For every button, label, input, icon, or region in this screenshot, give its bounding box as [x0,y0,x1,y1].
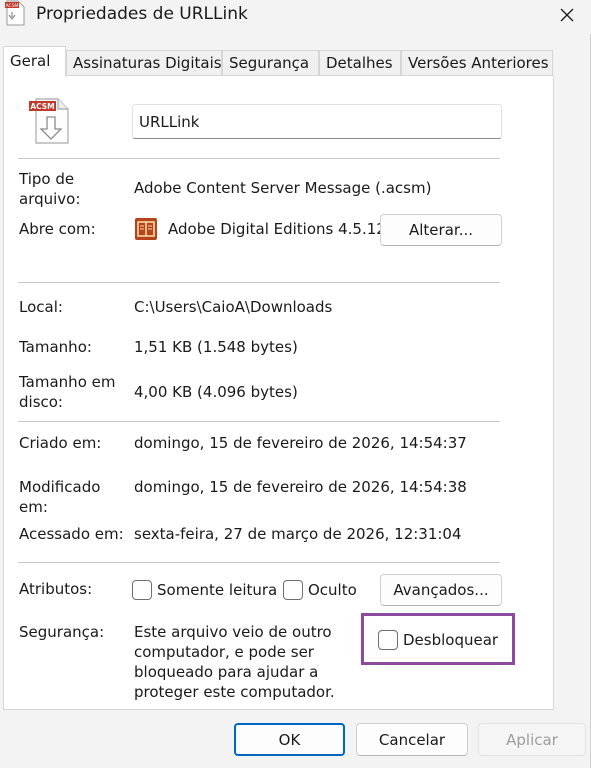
modified-value: domingo, 15 de fevereiro de 2026, 14:54:… [134,478,467,496]
security-label: Segurança: [19,623,105,641]
file-icon-badge: ACSM [30,102,54,111]
unblock-checkbox-box[interactable] [378,630,398,650]
tab-versoes-anteriores[interactable]: Versões Anteriores [401,50,553,76]
separator [18,421,500,422]
opens-with-value: Adobe Digital Editions 4.5.12 [168,220,386,238]
unblock-checkbox-label: Desbloquear [403,631,499,649]
size-on-disk-label: Tamanho em disco: [19,373,116,411]
readonly-checkbox-label: Somente leitura [157,581,278,599]
tab-assinaturas-digitais[interactable]: Assinaturas Digitais [66,50,222,76]
hidden-checkbox-label: Oculto [308,581,357,599]
unblock-checkbox[interactable]: Desbloquear [378,630,498,650]
location-label: Local: [19,298,63,316]
file-type-value: Adobe Content Server Message (.acsm) [134,179,432,197]
file-name-input[interactable] [132,104,502,139]
attributes-label: Atributos: [19,580,93,598]
change-button[interactable]: Alterar... [380,214,502,246]
location-value: C:\Users\CaioA\Downloads [134,298,333,316]
hidden-checkbox[interactable]: Oculto [283,580,357,600]
readonly-checkbox-box[interactable] [132,580,152,600]
size-on-disk-value: 4,00 KB (4.096 bytes) [134,383,298,401]
hidden-checkbox-box[interactable] [283,580,303,600]
size-value: 1,51 KB (1.548 bytes) [134,338,298,356]
created-value: domingo, 15 de fevereiro de 2026, 14:54:… [134,434,467,452]
adobe-digital-editions-icon [135,218,157,240]
separator [18,562,500,563]
security-message: Este arquivo veio de outro computador, e… [134,623,335,701]
tab-geral[interactable]: Geral [3,46,66,77]
properties-window: ACSM Propriedades de URLLink Geral Assin… [0,0,591,768]
separator [18,282,500,283]
readonly-checkbox[interactable]: Somente leitura [132,580,277,600]
tab-detalhes[interactable]: Detalhes [319,50,401,76]
modified-label: Modificado em: [19,478,101,516]
separator [18,158,500,159]
file-type-label: Tipo de arquivo: [19,170,81,208]
accessed-value: sexta-feira, 27 de março de 2026, 12:31:… [134,525,462,543]
title-bar: ACSM Propriedades de URLLink [0,0,591,34]
tab-seguranca[interactable]: Segurança [222,50,319,76]
acsm-file-icon: ACSM [29,98,69,144]
apply-button[interactable]: Aplicar [478,723,586,756]
window-title: Propriedades de URLLink [36,4,248,24]
cancel-button[interactable]: Cancelar [356,723,468,756]
ok-button[interactable]: OK [234,723,345,756]
size-label: Tamanho: [19,338,92,356]
acsm-file-icon: ACSM [5,0,25,26]
tab-strip: Geral Assinaturas Digitais Segurança Det… [0,46,591,77]
created-label: Criado em: [19,434,102,452]
opens-with-label: Abre com: [19,220,96,238]
accessed-label: Acessado em: [19,525,124,543]
close-icon [560,8,574,22]
title-icon-badge: ACSM [6,3,19,9]
close-button[interactable] [547,0,587,30]
advanced-button[interactable]: Avançados... [380,574,502,606]
